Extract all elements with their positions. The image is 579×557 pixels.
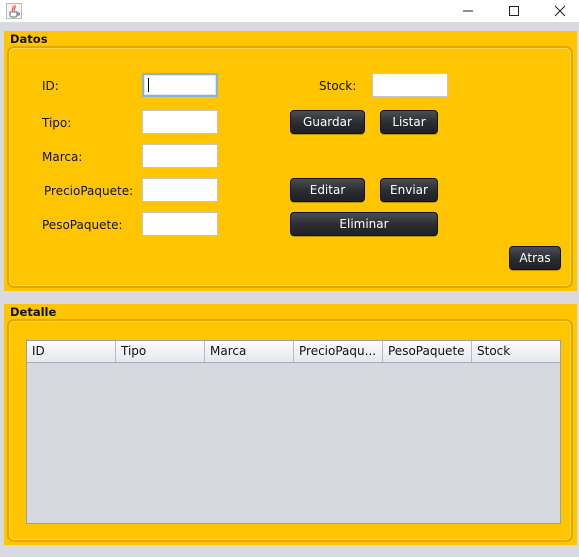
column-header-peso-paquete[interactable]: PesoPaquete bbox=[383, 341, 472, 362]
column-header-tipo[interactable]: Tipo bbox=[116, 341, 205, 362]
column-header-precio-paquete[interactable]: PrecioPaqu... bbox=[294, 341, 383, 362]
eliminar-button[interactable]: Eliminar bbox=[290, 212, 438, 236]
datos-panel: Datos ID: Tipo: Marca: PrecioPaquete: Pe… bbox=[4, 31, 577, 291]
text-caret bbox=[148, 78, 149, 92]
table-header: ID Tipo Marca PrecioPaqu... PesoPaquete … bbox=[27, 341, 560, 363]
stock-label: Stock: bbox=[319, 79, 357, 93]
peso-paquete-label: PesoPaquete: bbox=[42, 218, 123, 232]
editar-button[interactable]: Editar bbox=[290, 178, 365, 202]
precio-paquete-field[interactable] bbox=[142, 178, 218, 202]
java-cup-icon bbox=[6, 3, 22, 19]
minimize-button[interactable] bbox=[445, 0, 491, 22]
stock-field[interactable] bbox=[372, 73, 448, 97]
detalle-title: Detalle bbox=[10, 305, 57, 319]
peso-paquete-field[interactable] bbox=[142, 212, 218, 236]
column-header-stock[interactable]: Stock bbox=[472, 341, 560, 362]
close-button[interactable] bbox=[537, 0, 579, 22]
precio-paquete-label: PrecioPaquete: bbox=[44, 184, 134, 198]
close-icon bbox=[554, 5, 566, 17]
column-header-marca[interactable]: Marca bbox=[205, 341, 294, 362]
datos-inner-border bbox=[7, 46, 573, 288]
title-bar bbox=[0, 0, 579, 22]
tipo-field[interactable] bbox=[142, 110, 218, 134]
id-field[interactable] bbox=[142, 73, 218, 97]
marca-field[interactable] bbox=[142, 144, 218, 168]
enviar-button[interactable]: Enviar bbox=[380, 178, 438, 202]
maximize-button[interactable] bbox=[491, 0, 537, 22]
table-body[interactable] bbox=[27, 363, 560, 523]
detalle-table[interactable]: ID Tipo Marca PrecioPaqu... PesoPaquete … bbox=[26, 340, 561, 524]
guardar-button[interactable]: Guardar bbox=[290, 110, 365, 134]
column-header-id[interactable]: ID bbox=[27, 341, 116, 362]
listar-button[interactable]: Listar bbox=[380, 110, 438, 134]
marca-label: Marca: bbox=[42, 150, 83, 164]
minimize-icon bbox=[463, 10, 473, 12]
maximize-icon bbox=[509, 6, 519, 16]
id-label: ID: bbox=[42, 79, 59, 93]
tipo-label: Tipo: bbox=[42, 116, 72, 130]
datos-title: Datos bbox=[10, 32, 48, 46]
atras-button[interactable]: Atras bbox=[509, 246, 561, 270]
